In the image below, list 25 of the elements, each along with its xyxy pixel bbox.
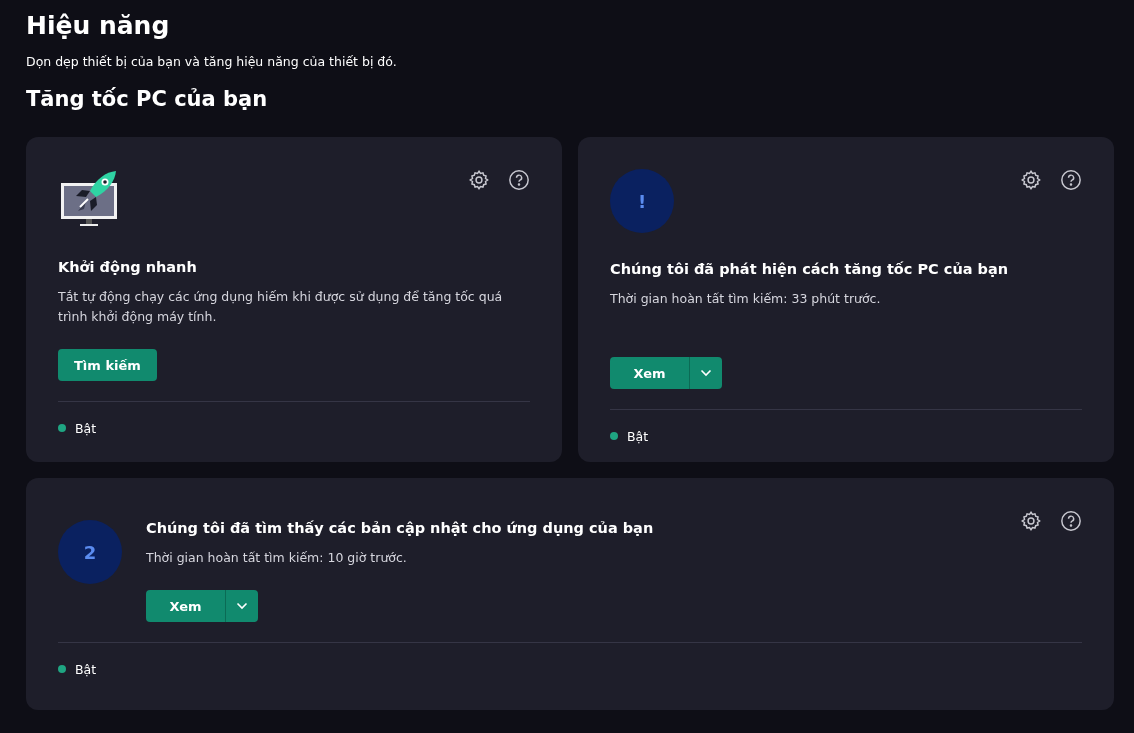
help-icon[interactable]	[508, 169, 530, 191]
settings-icon[interactable]	[468, 169, 490, 191]
settings-icon[interactable]	[1020, 169, 1042, 191]
status-label: Bật	[627, 428, 649, 444]
card-description: Thời gian hoàn tất tìm kiếm: 10 giờ trước.	[146, 549, 408, 567]
help-icon[interactable]	[1060, 510, 1082, 532]
status-label: Bật	[75, 661, 97, 677]
page-title: Hiệu năng	[26, 10, 170, 42]
section-title: Tăng tốc PC của bạn	[26, 86, 268, 113]
card-title: Chúng tôi đã phát hiện cách tăng tốc PC của bạn	[610, 261, 1010, 277]
card-description: Tắt tự động chạy các ứng dụng hiếm khi được sử dụng để tăng tốc quá trình khởi động máy tính.	[58, 288, 504, 326]
card-description: Thời gian hoàn tất tìm kiếm: 33 phút trước.	[610, 290, 882, 308]
alert-badge: 2	[58, 520, 122, 584]
chevron-down-icon	[236, 602, 248, 610]
search-button[interactable]: Tìm kiếm	[58, 349, 157, 381]
card-title: Khởi động nhanh	[58, 259, 198, 275]
page-subtitle: Dọn dẹp thiết bị của bạn và tăng hiệu năng của thiết bị đó.	[26, 54, 397, 69]
card-title: Chúng tôi đã tìm thấy các bản cập nhật cho ứng dụng của bạn	[146, 520, 654, 536]
status-label: Bật	[75, 420, 97, 436]
settings-icon[interactable]	[1020, 510, 1042, 532]
help-icon[interactable]	[1060, 169, 1082, 191]
view-button[interactable]: Xem	[146, 590, 226, 622]
chevron-down-icon	[700, 369, 712, 377]
alert-badge: !	[610, 169, 674, 233]
view-button[interactable]: Xem	[610, 357, 690, 389]
